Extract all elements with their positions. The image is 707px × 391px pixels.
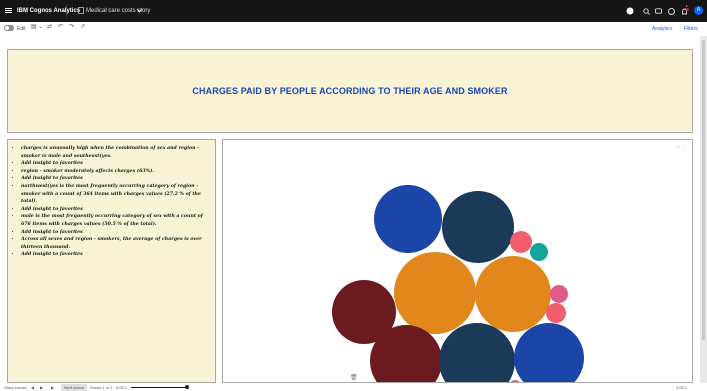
insight-item: male is the most frequently occurring ca…	[21, 213, 212, 228]
user-initial: A	[696, 7, 701, 13]
fullscreen-icon[interactable]: ↗	[80, 23, 85, 30]
redo-icon[interactable]: ↷	[69, 23, 74, 30]
undo-icon[interactable]: ↶	[58, 23, 63, 30]
chevron-down-icon[interactable]: ⌄	[38, 23, 43, 30]
filters-link[interactable]: Filters	[684, 26, 698, 32]
bubble-chart-widget[interactable]: ○ ⋮ 🗑	[222, 139, 693, 383]
add-to-favorites-link[interactable]: Add insight to favorites	[21, 160, 212, 168]
timeline-knob[interactable]	[185, 385, 189, 389]
scrollbar-thumb[interactable]	[702, 40, 705, 340]
chat-icon[interactable]	[655, 8, 662, 15]
footer-next-scene[interactable]: Next scene	[61, 384, 88, 391]
insight-item: region - smoker moderately affects charg…	[21, 168, 212, 176]
trash-icon[interactable]: 🗑	[350, 374, 358, 381]
dashboard-canvas: CHARGES PAID BY PEOPLE ACCORDING TO THEI…	[0, 36, 700, 383]
vertical-scrollbar[interactable]	[700, 36, 707, 383]
bubble-12[interactable]	[514, 323, 584, 383]
footer-prev-icon[interactable]: ◀	[31, 385, 34, 390]
edit-label: Edit	[17, 26, 26, 32]
bubble-7[interactable]	[550, 285, 568, 303]
bubble-3[interactable]	[510, 231, 532, 253]
chevron-down-icon[interactable]	[136, 7, 143, 14]
help-icon[interactable]	[668, 8, 675, 15]
insight-item: charges is unusually high when the combi…	[21, 145, 212, 160]
add-to-favorites-link[interactable]: Add insight to favorites	[21, 206, 212, 214]
app-header: IBM Cognos Analytics Medical care costs …	[0, 0, 707, 22]
bubble-6[interactable]	[475, 256, 551, 332]
footer-play-icon[interactable]: ▶	[40, 385, 43, 390]
timeline-slider[interactable]	[131, 387, 187, 388]
add-to-favorites-link[interactable]: Add insight to favorites	[21, 229, 212, 237]
assistant-icon[interactable]	[626, 7, 634, 15]
notification-count: 1	[686, 4, 688, 8]
add-to-favorites-link[interactable]: Add insight to favorites	[21, 251, 212, 259]
footer-time-start: 0:00:1	[116, 385, 128, 390]
app-brand: IBM Cognos Analytics	[17, 8, 81, 14]
add-to-favorites-link[interactable]: Add insight to favorites	[21, 175, 212, 183]
share-icon[interactable]: ⇄	[47, 23, 52, 30]
title-widget[interactable]: CHARGES PAID BY PEOPLE ACCORDING TO THEI…	[7, 49, 693, 133]
save-icon[interactable]: ▤	[31, 23, 37, 30]
analytics-link[interactable]: Analytics	[652, 26, 672, 32]
footer-scenes-link[interactable]: Story scenes	[4, 385, 27, 390]
insights-list: charges is unusually high when the combi…	[12, 145, 212, 259]
dashboard-title: CHARGES PAID BY PEOPLE ACCORDING TO THEI…	[192, 86, 508, 96]
menu-icon[interactable]	[5, 7, 12, 14]
footer-scene-count: Scene 1 of 1	[90, 385, 113, 390]
notification-icon[interactable]	[681, 8, 689, 15]
bubble-5[interactable]	[394, 252, 476, 334]
bubble-8[interactable]	[546, 303, 566, 323]
document-icon	[78, 7, 85, 14]
bubble-2[interactable]	[442, 191, 514, 263]
user-avatar[interactable]: A	[694, 6, 703, 15]
bubble-1[interactable]	[374, 185, 442, 253]
footer-time-end: 0:00:1	[676, 385, 688, 390]
bubble-chart	[332, 185, 584, 383]
insight-item: Across all sexes and region - smokers, t…	[21, 236, 212, 251]
bubble-11[interactable]	[439, 323, 515, 383]
bubble-4[interactable]	[530, 243, 548, 261]
insights-widget[interactable]: charges is unusually high when the combi…	[7, 139, 216, 383]
story-footer: Story scenes ◀ ▶ ▶ Next scene Scene 1 of…	[0, 383, 707, 391]
dashboard-toolbar: Edit ▤ ⌄ ⇄ ↶ ↷ ↗ Analytics Filters	[0, 22, 707, 37]
footer-next-icon[interactable]: ▶	[51, 385, 54, 390]
insight-item: northwest(yes is the most frequently occ…	[21, 183, 212, 206]
header-divider	[66, 5, 67, 17]
edit-toggle[interactable]	[4, 25, 14, 31]
search-icon[interactable]	[643, 8, 650, 15]
